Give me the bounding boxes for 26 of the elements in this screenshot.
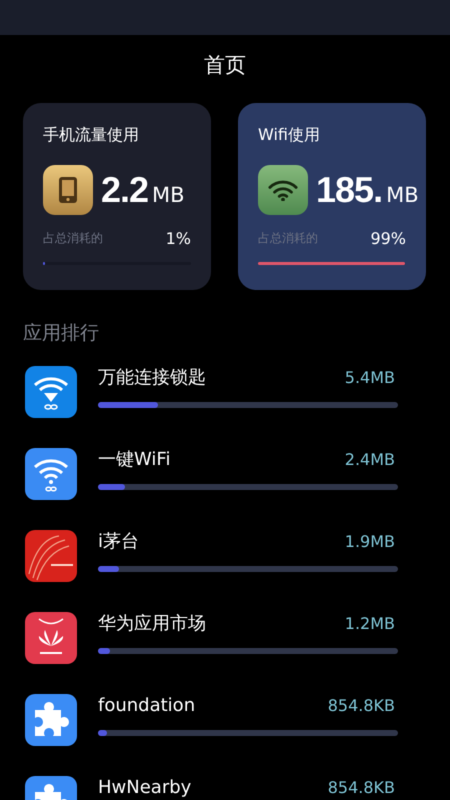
share-value: 99% [370,229,406,248]
app-name: 万能连接锁匙 [98,366,206,389]
app-usage: 2.4MB [344,450,395,468]
usage-unit: MB [386,183,419,207]
app-usage: 1.2MB [344,614,395,632]
share-label: 占总消耗的 [258,230,318,247]
app-name: HwNearby [98,776,192,798]
app-name: i茅台 [98,530,140,553]
share-label: 占总消耗的 [43,230,103,247]
usage-unit: MB [152,183,185,207]
section-title: 应用排行 [23,321,100,346]
app-name: 一键WiFi [98,448,170,471]
share-value: 1% [166,229,191,248]
wifi-icon [268,178,298,202]
app-name: foundation [98,694,196,716]
app-usage: 5.4MB [344,368,395,386]
app-usage: 1.9MB [344,532,395,550]
page-title: 首页 [203,52,247,79]
card-title: 手机流量使用 [43,124,140,146]
app-usage: 854.8KB [328,696,395,714]
app-name: 华为应用市场 [98,612,206,635]
app-usage: 854.8KB [328,778,395,796]
usage-amount: 185. [316,169,382,211]
phone-icon [58,176,78,204]
usage-amount: 2.2 [101,169,148,211]
card-title: Wifi使用 [258,124,321,146]
